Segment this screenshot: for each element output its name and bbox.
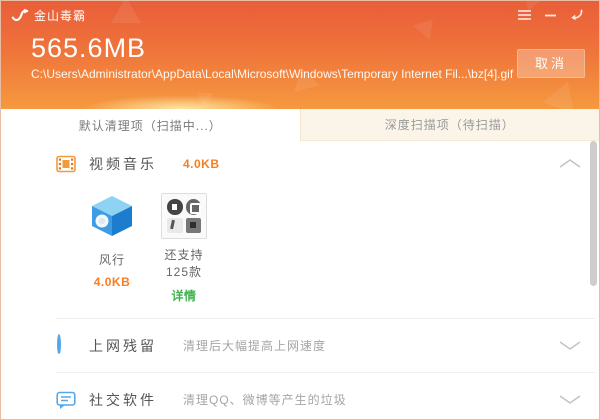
more-apps-label: 还支持125款 — [164, 248, 204, 279]
section-desc: 清理QQ、微博等产生的垃圾 — [183, 393, 347, 407]
title-bar: 金山毒霸 — [1, 1, 599, 29]
more-apps-grid-icon — [161, 193, 207, 239]
film-icon — [56, 155, 76, 173]
tab-deep-scan[interactable]: 深度扫描项（待扫描） — [299, 109, 599, 141]
chat-bubble-icon — [56, 391, 76, 409]
scanning-path: C:\Users\Administrator\AppData\Local\Mic… — [31, 67, 514, 81]
section-web-residue[interactable]: 上网残留 清理后大幅提高上网速度 — [1, 319, 599, 372]
section-size: 4.0KB — [183, 157, 220, 171]
scrollbar-thumb[interactable] — [590, 141, 597, 286]
section-title: 上网残留 — [89, 337, 157, 354]
section-social-software[interactable]: 社交软件 清理QQ、微博等产生的垃圾 — [1, 373, 599, 419]
tab-bar: 默认清理项（扫描中...） 深度扫描项（待扫描） — [1, 109, 599, 141]
app-item-funshion[interactable]: 风行 4.0KB — [81, 193, 143, 304]
minimize-icon[interactable] — [537, 4, 563, 26]
details-link[interactable]: 详情 — [153, 287, 215, 304]
video-music-expanded: 风行 4.0KB 还支持125款 详情 — [1, 187, 599, 318]
chevron-up-icon[interactable] — [559, 155, 581, 173]
section-title: 视频音乐 — [89, 156, 157, 172]
cancel-button[interactable]: 取消 — [517, 49, 585, 78]
duba-logo-icon — [11, 8, 29, 22]
chevron-down-icon[interactable] — [559, 391, 581, 409]
scanned-size: 565.6MB — [31, 33, 147, 63]
funshion-cube-icon — [92, 196, 132, 236]
return-arrow-icon[interactable] — [563, 4, 589, 26]
chevron-down-icon[interactable] — [559, 337, 581, 355]
menu-icon[interactable] — [511, 4, 537, 26]
app-size: 4.0KB — [93, 275, 131, 289]
app-label: 风行 — [98, 253, 125, 267]
section-title: 社交软件 — [89, 391, 157, 408]
loading-circle-icon — [56, 333, 76, 356]
section-desc: 清理后大幅提高上网速度 — [183, 339, 327, 353]
app-item-more-supported[interactable]: 还支持125款 详情 — [153, 193, 215, 304]
app-window: 金山毒霸 565.6MB C:\Users\Administrator\AppD… — [0, 0, 600, 420]
window-controls — [511, 4, 589, 26]
header-glow — [81, 95, 281, 109]
app-title: 金山毒霸 — [34, 8, 87, 23]
clean-items-list: 视频音乐 4.0KB 风行 4.0KB 还支持125款 详情 上网残留 清理后大… — [1, 141, 599, 419]
tab-default-clean[interactable]: 默认清理项（扫描中...） — [1, 109, 300, 141]
section-video-music[interactable]: 视频音乐 4.0KB — [1, 141, 599, 187]
header: 金山毒霸 565.6MB C:\Users\Administrator\AppD… — [1, 1, 599, 109]
